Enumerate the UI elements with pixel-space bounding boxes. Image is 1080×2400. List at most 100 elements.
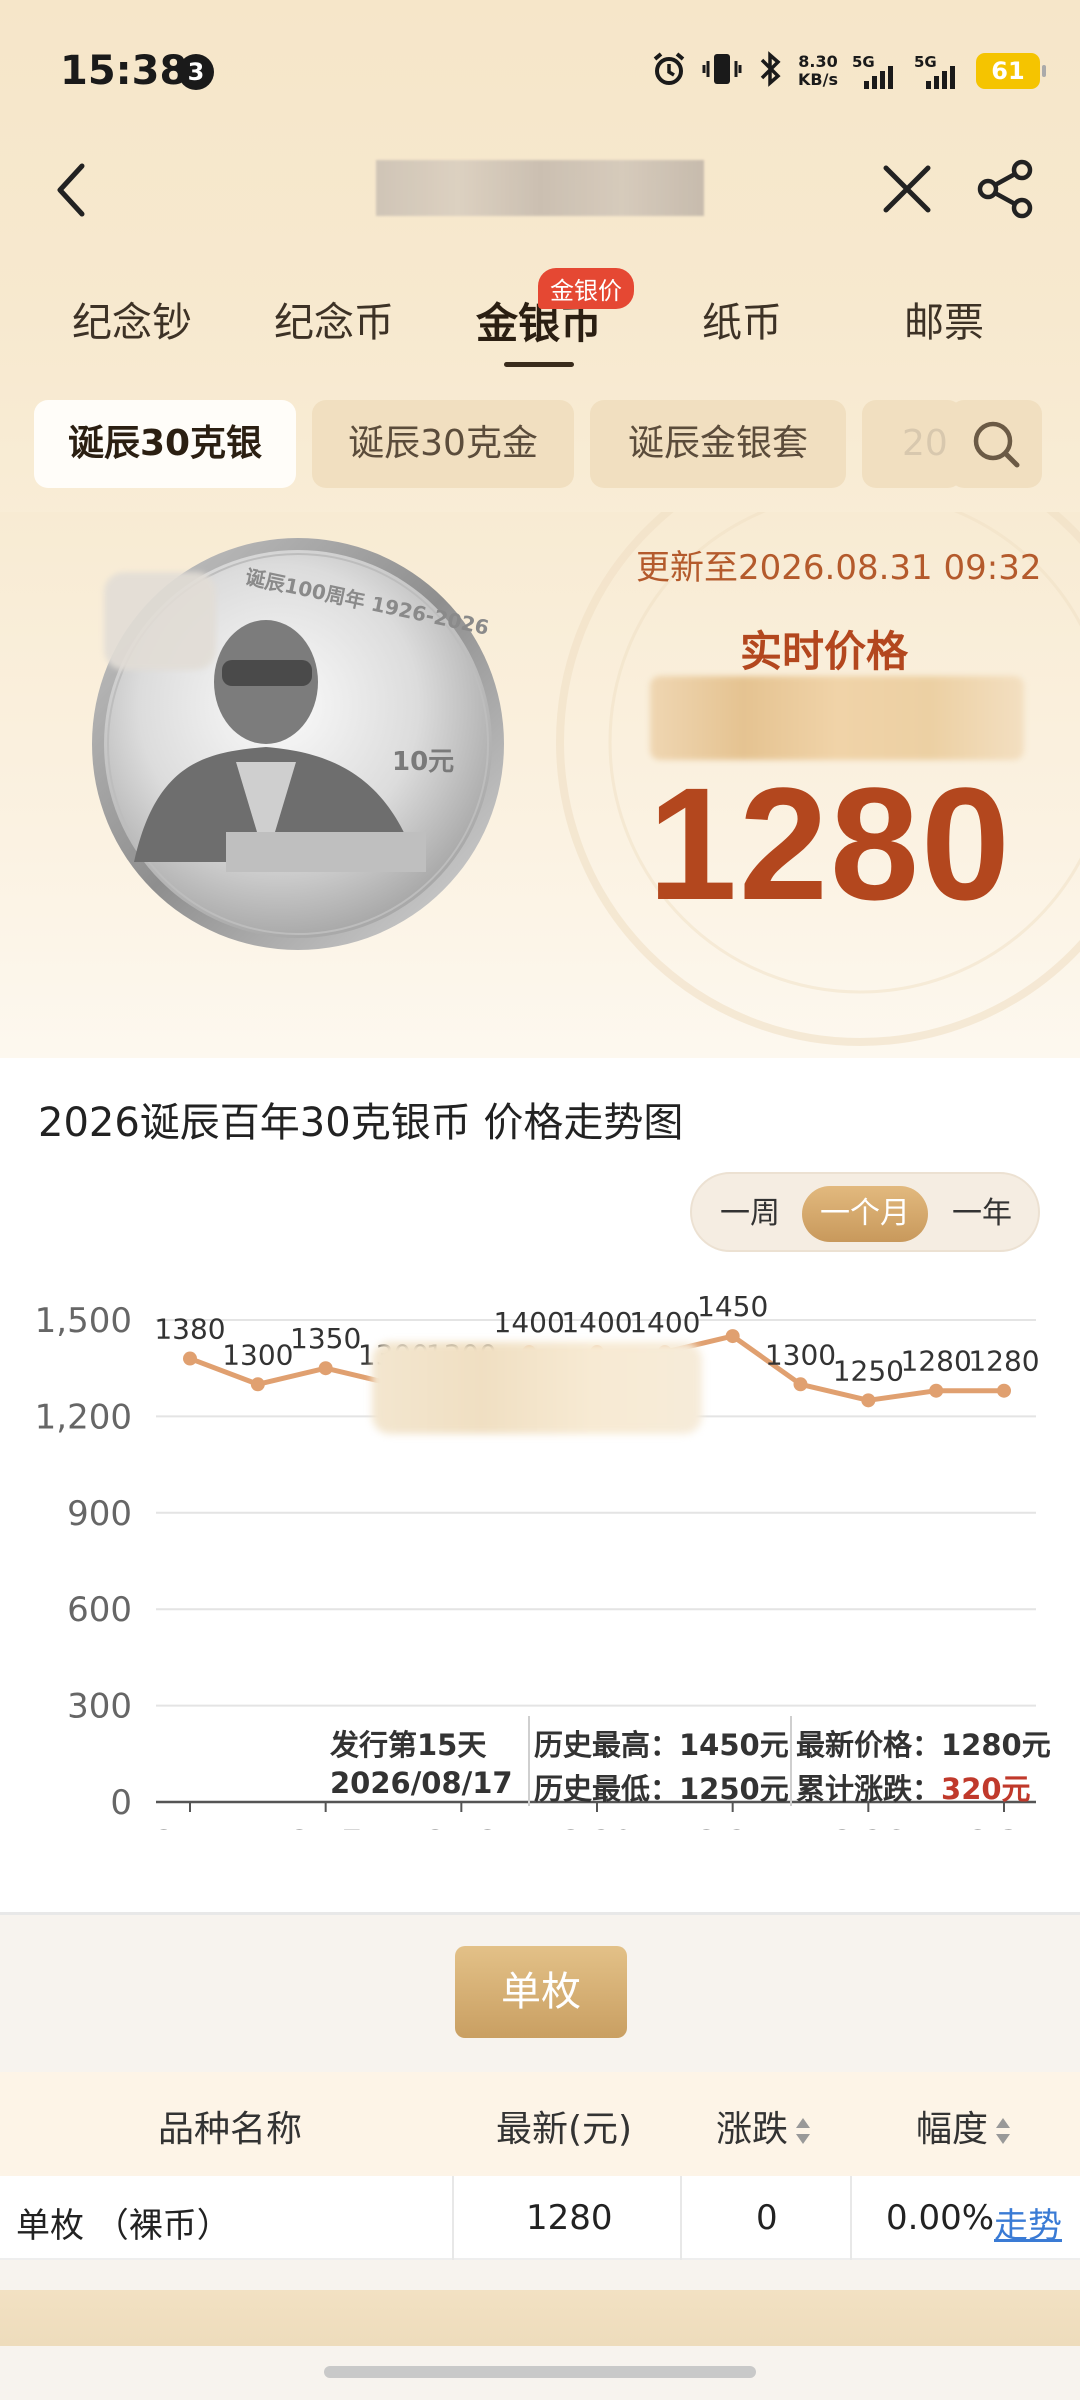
- cumulative-change-text: 累计涨跌：320元: [796, 1766, 1031, 1808]
- page-title-blurred: [376, 160, 704, 216]
- data-point: [861, 1393, 876, 1408]
- data-point: [183, 1351, 197, 1366]
- chevron-left-icon: [57, 163, 85, 217]
- data-label: 1300: [765, 1338, 836, 1371]
- alarm-icon: [650, 50, 688, 92]
- realtime-price: 1280: [648, 754, 1012, 933]
- column-header-name: 品种名称: [158, 2109, 303, 2150]
- data-label: 1380: [154, 1313, 225, 1346]
- row-change: 0: [756, 2198, 778, 2238]
- close-icon: [883, 165, 931, 213]
- net-speed-value: 8.30: [798, 52, 838, 71]
- data-point: [997, 1383, 1011, 1398]
- column-header-percent-label: 幅度: [916, 2109, 989, 2150]
- blurred-subtitle: [650, 676, 1024, 760]
- chip-silver-30g[interactable]: 诞辰30克银: [34, 400, 296, 488]
- single-coin-button[interactable]: 单枚: [455, 1946, 627, 2038]
- share-icon: [977, 159, 1033, 219]
- latest-price-text: 最新价格：1280元: [796, 1728, 1051, 1762]
- sort-icon: [796, 2118, 811, 2144]
- data-point: [250, 1377, 265, 1392]
- gold-silver-price-badge: 金银价: [538, 268, 634, 309]
- data-point: [318, 1361, 333, 1376]
- realtime-price-label: 实时价格: [740, 627, 909, 676]
- y-tick-label: 0: [110, 1783, 132, 1823]
- bluetooth-icon: [756, 50, 784, 92]
- signal-5g-icon: 5G: [914, 53, 962, 89]
- signal-5g-icon: 5G: [852, 53, 900, 89]
- row-trend-link[interactable]: 走势: [994, 2198, 1062, 2247]
- bottom-strip: [0, 2290, 1080, 2346]
- tab-commemorative-coins[interactable]: 纪念币: [274, 290, 394, 348]
- share-button[interactable]: [974, 158, 1036, 220]
- range-week-button[interactable]: 一周: [700, 1186, 800, 1242]
- x-tick-label: 8.20: [560, 1823, 633, 1830]
- range-month-button[interactable]: 一个月: [802, 1186, 928, 1242]
- column-divider: [452, 2176, 454, 2260]
- search-icon: [973, 421, 1020, 468]
- status-time: 15:38: [60, 48, 188, 94]
- column-header-percent[interactable]: 幅度: [916, 2100, 1012, 2152]
- data-label: 1280: [901, 1345, 972, 1378]
- chip-partial[interactable]: 20: [862, 400, 962, 488]
- data-point: [793, 1377, 808, 1392]
- column-divider: [850, 2176, 852, 2260]
- annotation-divider: [528, 1716, 530, 1806]
- column-divider: [680, 2176, 682, 2260]
- net-speed-unit: KB/s: [798, 70, 838, 89]
- x-tick-label: 8.31: [967, 1823, 1040, 1830]
- data-label: 1350: [290, 1322, 361, 1355]
- x-tick-label: 8.17: [289, 1823, 362, 1830]
- column-header-latest: 最新(元): [496, 2109, 633, 2150]
- data-label: 1280: [968, 1345, 1039, 1378]
- close-button[interactable]: [880, 162, 934, 216]
- y-tick-label: 300: [67, 1687, 132, 1727]
- x-tick-label: 8.15: [153, 1823, 226, 1830]
- update-time: 更新至2026.08.31 09:32: [636, 548, 1042, 588]
- sort-icon: [996, 2118, 1011, 2144]
- data-label: 1400: [494, 1306, 565, 1339]
- data-label: 1400: [629, 1306, 700, 1339]
- home-indicator[interactable]: [324, 2366, 756, 2378]
- data-point: [725, 1329, 740, 1344]
- x-tick-label: 8.18: [425, 1823, 498, 1830]
- row-name: 单枚 （裸币）: [16, 2206, 231, 2246]
- tab-commemorative-notes[interactable]: 纪念钞: [72, 290, 192, 348]
- row-percent: 0.00%: [886, 2198, 995, 2238]
- chart-blur-patch: [372, 1342, 702, 1434]
- range-year-button[interactable]: 一年: [932, 1186, 1032, 1242]
- issue-date-text: 2026/08/17: [330, 1766, 513, 1800]
- y-tick-label: 600: [67, 1590, 132, 1630]
- network-speed: 8.30 KB/s: [798, 53, 838, 89]
- tab-paper-money[interactable]: 纸币: [702, 290, 782, 348]
- x-tick-label: 8.24: [696, 1823, 769, 1830]
- cumulative-change-label: 累计涨跌：: [796, 1772, 942, 1806]
- row-latest: 1280: [526, 2198, 613, 2238]
- issue-day-text: 发行第15天: [330, 1728, 487, 1762]
- search-button[interactable]: [950, 400, 1042, 488]
- coin-blur-patch: [104, 572, 216, 670]
- tab-stamps[interactable]: 邮票: [904, 290, 984, 348]
- cumulative-change-value: 320元: [941, 1772, 1031, 1806]
- column-header-change-label: 涨跌: [716, 2109, 789, 2150]
- coin-image: 诞辰100周年 1926-2026 10元: [86, 532, 510, 956]
- vibrate-icon: [702, 50, 742, 92]
- data-label: 1400: [561, 1306, 632, 1339]
- y-tick-label: 1,500: [35, 1301, 132, 1341]
- battery-icon: 61: [976, 53, 1046, 89]
- status-bar: 15:38 3 8.30 KB/s 5G 5G 61: [0, 0, 1080, 140]
- y-tick-label: 900: [67, 1494, 132, 1534]
- active-tab-indicator: [504, 362, 574, 367]
- back-button[interactable]: [48, 160, 98, 220]
- history-high-text: 历史最高：1450元: [534, 1728, 789, 1762]
- data-label: 1300: [222, 1338, 293, 1371]
- coin-denomination: 10元: [392, 747, 454, 777]
- chip-gold-silver-set[interactable]: 诞辰金银套: [590, 400, 846, 488]
- status-icons: 8.30 KB/s 5G 5G 61: [650, 48, 1046, 94]
- x-tick-label: 8.26: [832, 1823, 905, 1830]
- notification-count-badge: 3: [178, 54, 214, 90]
- column-header-change[interactable]: 涨跌: [716, 2100, 812, 2152]
- data-point: [929, 1383, 944, 1398]
- chip-gold-30g[interactable]: 诞辰30克金: [312, 400, 574, 488]
- section-divider: [0, 1912, 1080, 1915]
